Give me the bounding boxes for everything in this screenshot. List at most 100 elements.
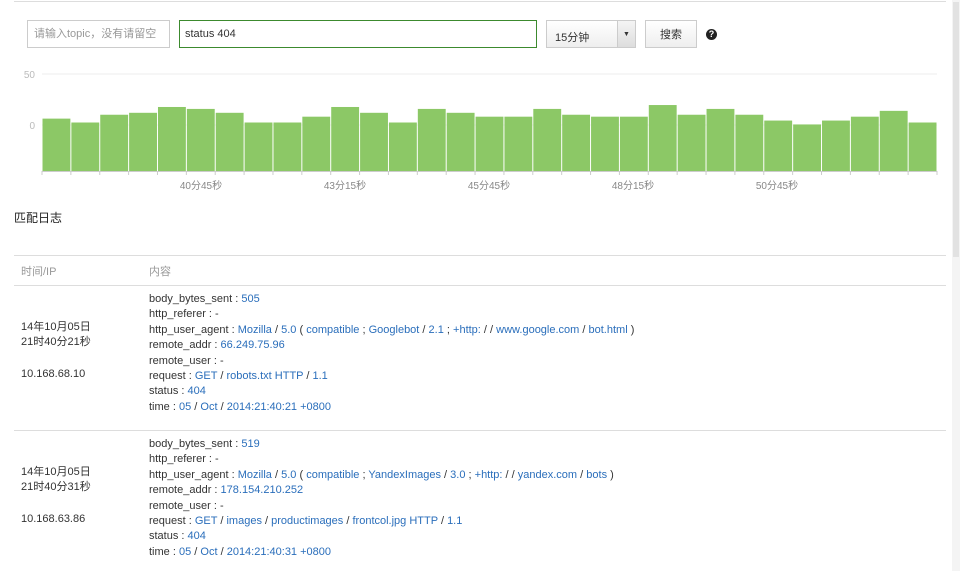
time-range-value: 15分钟	[555, 32, 590, 44]
separator: /	[220, 545, 224, 558]
separator: /	[274, 468, 279, 481]
question-circle-icon[interactable]: ?	[706, 29, 717, 40]
content-cell: body_bytes_sent : 519 http_referer : - htt…	[149, 437, 614, 560]
bar	[879, 110, 908, 171]
field-key: body_bytes_sent	[149, 293, 233, 305]
log-field: remote_addr : 66.249.75.96	[149, 338, 634, 353]
field-value-link[interactable]: frontcol.jpg HTTP	[352, 515, 437, 527]
log-field: remote_user : -	[149, 499, 614, 514]
log-field: body_bytes_sent : 519	[149, 437, 614, 452]
field-value-link[interactable]: 1.1	[447, 515, 462, 527]
field-value-link[interactable]: Mozilla	[238, 324, 272, 336]
separator: ;	[446, 323, 450, 336]
chevron-down-icon[interactable]: ▼	[617, 21, 635, 47]
field-value-link[interactable]: 5.0	[281, 469, 296, 481]
field-value-link[interactable]: +http:	[453, 324, 481, 336]
bar	[186, 108, 215, 171]
field-value-link[interactable]: bots	[586, 469, 607, 481]
field-value-link[interactable]: 2.1	[429, 324, 444, 336]
field-key: remote_addr	[149, 339, 212, 352]
bar	[157, 106, 186, 171]
separator: /	[422, 323, 426, 336]
bar	[793, 124, 822, 171]
field-value-link[interactable]: 05	[179, 546, 191, 558]
table-header: 时间/IP 内容	[14, 255, 946, 285]
field-value-link[interactable]: 2014:21:40:21 +0800	[227, 401, 331, 413]
field-key: remote_addr	[149, 484, 212, 497]
field-value-link[interactable]: +http:	[475, 469, 503, 481]
query-input[interactable]	[179, 20, 537, 48]
field-value-link[interactable]: robots.txt HTTP	[226, 370, 303, 382]
x-tick-label: 50分45秒	[756, 179, 798, 192]
field-value-link[interactable]: GET	[195, 370, 217, 382]
field-value-link[interactable]: compatible	[306, 324, 359, 336]
field-value-link[interactable]: YandexImages	[368, 469, 441, 481]
separator: /	[444, 468, 448, 481]
log-time: 21时40分21秒	[21, 336, 91, 349]
histogram-chart: 50 0 40分45秒 43分15秒 45分45秒 48分15秒 50分45秒	[24, 70, 938, 192]
separator: /	[274, 323, 279, 336]
field-value-link[interactable]: 404	[188, 530, 206, 542]
field-value-link[interactable]: 05	[179, 401, 191, 413]
log-field: time : 05 / Oct / 2014:21:40:21 +0800	[149, 400, 634, 415]
log-field: http_user_agent : Mozilla / 5.0 ( compat…	[149, 468, 614, 483]
x-tick-label: 43分15秒	[324, 179, 366, 192]
separator: /	[483, 323, 487, 336]
colon: :	[210, 354, 220, 367]
field-value-link[interactable]: 519	[241, 438, 259, 450]
field-value-link[interactable]: GET	[195, 515, 217, 527]
separator: )	[630, 323, 635, 336]
field-key: http_referer	[149, 453, 206, 466]
log-field: status : 404	[149, 384, 634, 399]
field-value-link[interactable]: 1.1	[313, 370, 328, 382]
separator: /	[582, 323, 586, 336]
time-range-select[interactable]: 15分钟 ▼	[546, 20, 636, 48]
field-value-link[interactable]: 5.0	[281, 324, 296, 336]
field-value-link[interactable]: compatible	[306, 469, 359, 481]
log-field: remote_addr : 178.154.210.252	[149, 483, 614, 498]
field-value-link[interactable]: bot.html	[589, 324, 628, 336]
search-button[interactable]: 搜索	[645, 20, 697, 48]
colon: :	[205, 453, 216, 466]
field-value-link[interactable]: 3.0	[450, 469, 465, 481]
field-value-link[interactable]: Oct	[200, 401, 217, 413]
bar	[71, 122, 100, 171]
topic-input[interactable]	[27, 20, 170, 48]
log-ip: 10.168.68.10	[21, 368, 86, 380]
field-value-link[interactable]: 404	[188, 385, 206, 397]
log-ip: 10.168.63.86	[21, 513, 86, 525]
bar	[129, 112, 157, 171]
field-value-link[interactable]: productimages	[271, 515, 343, 527]
bar	[360, 112, 388, 171]
field-value-link[interactable]: Googlebot	[369, 324, 420, 336]
separator: /	[220, 370, 224, 383]
field-value-link[interactable]: 66.249.75.96	[221, 339, 285, 351]
field-value-link[interactable]: www.google.com	[496, 324, 579, 336]
y-tick-label: 50	[24, 70, 36, 81]
colon: :	[178, 385, 188, 398]
page-scrollbar[interactable]	[952, 0, 960, 571]
field-value-link[interactable]: 178.154.210.252	[221, 484, 304, 496]
x-tick-label: 40分45秒	[180, 179, 222, 192]
separator: /	[505, 468, 509, 481]
log-field: remote_user : -	[149, 354, 634, 369]
bar	[533, 108, 562, 171]
field-value-link[interactable]: 505	[241, 293, 259, 305]
field-value-link[interactable]: Mozilla	[238, 469, 272, 481]
log-field: request : GET / images / productimages /…	[149, 514, 614, 529]
scrollbar-thumb[interactable]	[953, 2, 959, 257]
colon: :	[232, 438, 242, 450]
separator: -	[215, 308, 219, 321]
field-key: http_user_agent	[149, 468, 229, 481]
log-field: status : 404	[149, 529, 614, 544]
log-date: 14年10月05日	[21, 466, 91, 478]
bar	[850, 116, 879, 171]
field-value-link[interactable]: images	[226, 515, 261, 527]
field-value-link[interactable]: Oct	[200, 546, 217, 558]
field-key: body_bytes_sent	[149, 438, 233, 450]
separator: /	[306, 370, 310, 383]
separator: /	[440, 515, 444, 528]
field-key: time	[149, 545, 170, 558]
field-value-link[interactable]: yandex.com	[518, 469, 577, 481]
field-value-link[interactable]: 2014:21:40:31 +0800	[227, 546, 331, 558]
